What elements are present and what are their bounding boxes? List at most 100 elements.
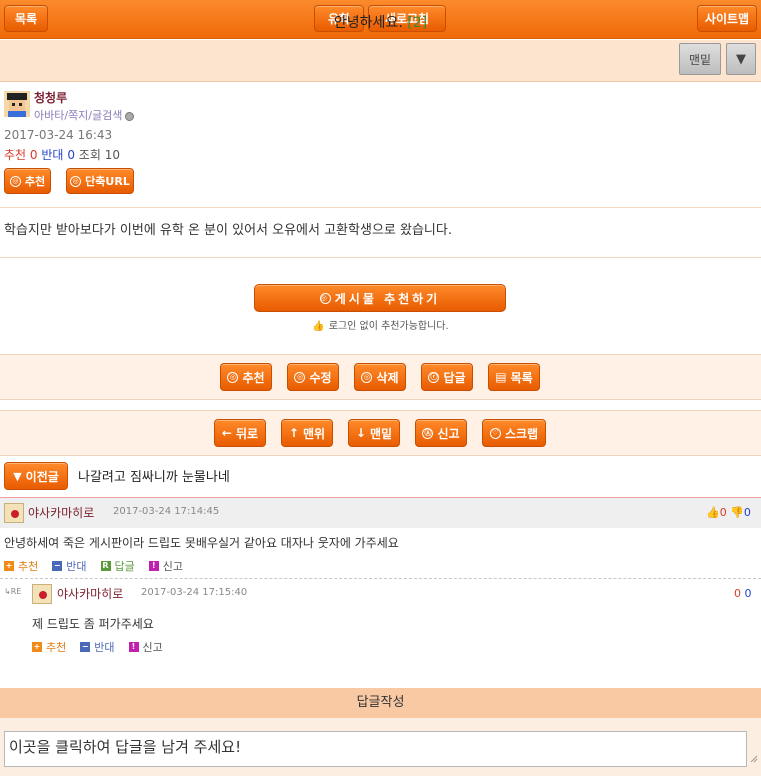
plus-icon: + [32, 642, 42, 652]
author-links-text[interactable]: 아바타/쪽지/글검색 [34, 109, 122, 122]
link-icon: ◎ [70, 175, 82, 187]
thumbs-up-icon[interactable]: 👍 [706, 506, 720, 519]
thumbs-up-icon: 👍 [312, 321, 325, 332]
post-title: 안녕하세요. [2] [0, 12, 761, 32]
arrow-up-icon: ↑ [288, 426, 299, 440]
action-label: 맨위 [302, 426, 326, 441]
views-label: 조회 [78, 148, 101, 162]
action-label: 뒤로 [235, 426, 259, 441]
edit-icon: ◎ [294, 371, 306, 383]
author-links[interactable]: 아바타/쪽지/글검색 [34, 107, 135, 123]
action-label: 삭제 [376, 370, 399, 385]
go-bottom-button[interactable]: 맨밑 [679, 43, 721, 75]
recommend-note: 👍 로그인 없이 추천가능합니다. [0, 317, 761, 332]
action-recommend-button[interactable]: ◎ 추천 [220, 363, 272, 391]
comment-oppose[interactable]: − 반대 [52, 558, 87, 574]
comment-votes: 👍0 👎0 [706, 506, 751, 519]
action-label: 답글 [443, 370, 466, 385]
reply-icon: ⓡ [428, 371, 440, 383]
arrow-left-icon: ← [221, 426, 232, 440]
recommend-post-label: 게시물 추천하기 [334, 291, 441, 306]
post-date: 2017-03-24 16:43 [4, 128, 113, 142]
list-icon: ▤ [495, 370, 507, 384]
dropdown-arrow-button[interactable]: ▼ [726, 43, 756, 75]
comment-oppose-label: 반대 [66, 560, 87, 573]
comment-actions: + 추천 − 반대 ! 신고 [32, 639, 163, 655]
minus-icon: − [80, 642, 91, 652]
action-label: 수정 [309, 370, 332, 385]
reply-arrow-icon: ↳RE [4, 587, 22, 596]
report-icon: Ⓐ [422, 427, 434, 439]
recommend-icon: ◎ [227, 371, 239, 383]
action-label: 스크랩 [504, 426, 539, 441]
comment-report[interactable]: ! 신고 [128, 639, 163, 655]
comment-down-count: 0 [743, 506, 751, 519]
comment-report-label: 신고 [162, 560, 183, 573]
comment-text: 안녕하세여 죽은 게시판이라 드립도 못배우실거 같아요 대자나 웃자에 가주세… [4, 536, 399, 550]
recommend-note-text: 로그인 없이 추천가능합니다. [328, 321, 449, 332]
comment-recommend-label: 추천 [46, 641, 67, 654]
commenter-avatar[interactable] [32, 584, 52, 604]
comment-recommend-label: 추천 [18, 560, 39, 573]
comment-oppose-label: 반대 [94, 641, 115, 654]
recommend-label: 추천 [4, 148, 27, 162]
comment-text: 제 드립도 좀 퍼가주세요 [32, 617, 154, 631]
comment-report-label: 신고 [142, 641, 163, 654]
action-reply-button[interactable]: ⓡ 답글 [421, 363, 473, 391]
previous-post-label: 이전글 [25, 469, 59, 484]
previous-post-title[interactable]: 나갈려고 짐싸니까 눈물나네 [78, 466, 230, 485]
resize-handle-icon[interactable] [750, 753, 758, 763]
comment-time: 2017-03-24 17:14:45 [113, 506, 220, 517]
previous-post-button[interactable]: ▼ 이전글 [4, 462, 68, 490]
reply-header: 답글작성 [0, 688, 761, 718]
recommend-post-button[interactable]: ◎ 게시물 추천하기 [254, 284, 506, 312]
comment-reply[interactable]: R 답글 [100, 558, 135, 574]
report-icon: ! [148, 561, 159, 571]
reply-input[interactable]: 이곳을 클릭하여 답글을 남겨 주세요! [4, 731, 747, 767]
go-bottom-nav-button[interactable]: ↓ 맨밑 [348, 419, 400, 447]
comment-divider [0, 578, 761, 579]
author-name[interactable]: 청청루 [34, 89, 67, 106]
arrow-down-icon: ↓ [355, 426, 366, 440]
author-avatar[interactable] [4, 91, 30, 117]
comment-actions: + 추천 − 반대 R 답글 ! 신고 [4, 558, 183, 574]
comment-votes: 0 0 [734, 587, 752, 600]
short-url-button[interactable]: ◎ 단축URL [66, 168, 134, 194]
action-delete-button[interactable]: ◎ 삭제 [354, 363, 406, 391]
thumbs-down-icon[interactable]: 👎 [730, 506, 744, 519]
action-label: 목록 [510, 370, 533, 385]
post-title-text: 안녕하세요. [333, 15, 403, 31]
comment-oppose[interactable]: − 반대 [80, 639, 115, 655]
oppose-label: 반대 [41, 148, 64, 162]
comment-report[interactable]: ! 신고 [148, 558, 183, 574]
report-icon: ! [128, 642, 139, 652]
comment-time: 2017-03-24 17:15:40 [141, 587, 248, 598]
action-label: 신고 [437, 426, 460, 441]
reply-icon: R [100, 561, 111, 571]
comment-recommend[interactable]: + 추천 [4, 558, 38, 574]
recommend-small-label: 추천 [24, 175, 46, 188]
recommend-small-button[interactable]: ◎ 추천 [4, 168, 51, 194]
comment-up-count: 0 [734, 587, 741, 600]
reply-marker: RE [10, 587, 22, 596]
post-title-bar [0, 40, 761, 82]
scrap-button[interactable]: ♡ 스크랩 [482, 419, 546, 447]
divider [0, 257, 761, 258]
back-button[interactable]: ← 뒤로 [214, 419, 266, 447]
comment-count: [2] [407, 15, 428, 31]
commenter-name[interactable]: 야사카마히로 [28, 504, 94, 521]
post-stats: 추천 0 반대 0 조회 10 [4, 146, 120, 163]
oppose-count: 0 [67, 148, 75, 162]
action-edit-button[interactable]: ◎ 수정 [287, 363, 339, 391]
plus-icon: + [4, 561, 14, 571]
commenter-name[interactable]: 야사카마히로 [57, 585, 123, 602]
recommend-icon: ◎ [9, 175, 21, 187]
comment-recommend[interactable]: + 추천 [32, 639, 66, 655]
go-top-button[interactable]: ↑ 맨위 [281, 419, 333, 447]
commenter-avatar[interactable] [4, 503, 24, 523]
status-icon [125, 111, 135, 121]
delete-icon: ◎ [361, 371, 373, 383]
action-list-button[interactable]: ▤ 목록 [488, 363, 540, 391]
short-url-label: 단축URL [85, 175, 130, 188]
report-button[interactable]: Ⓐ 신고 [415, 419, 467, 447]
